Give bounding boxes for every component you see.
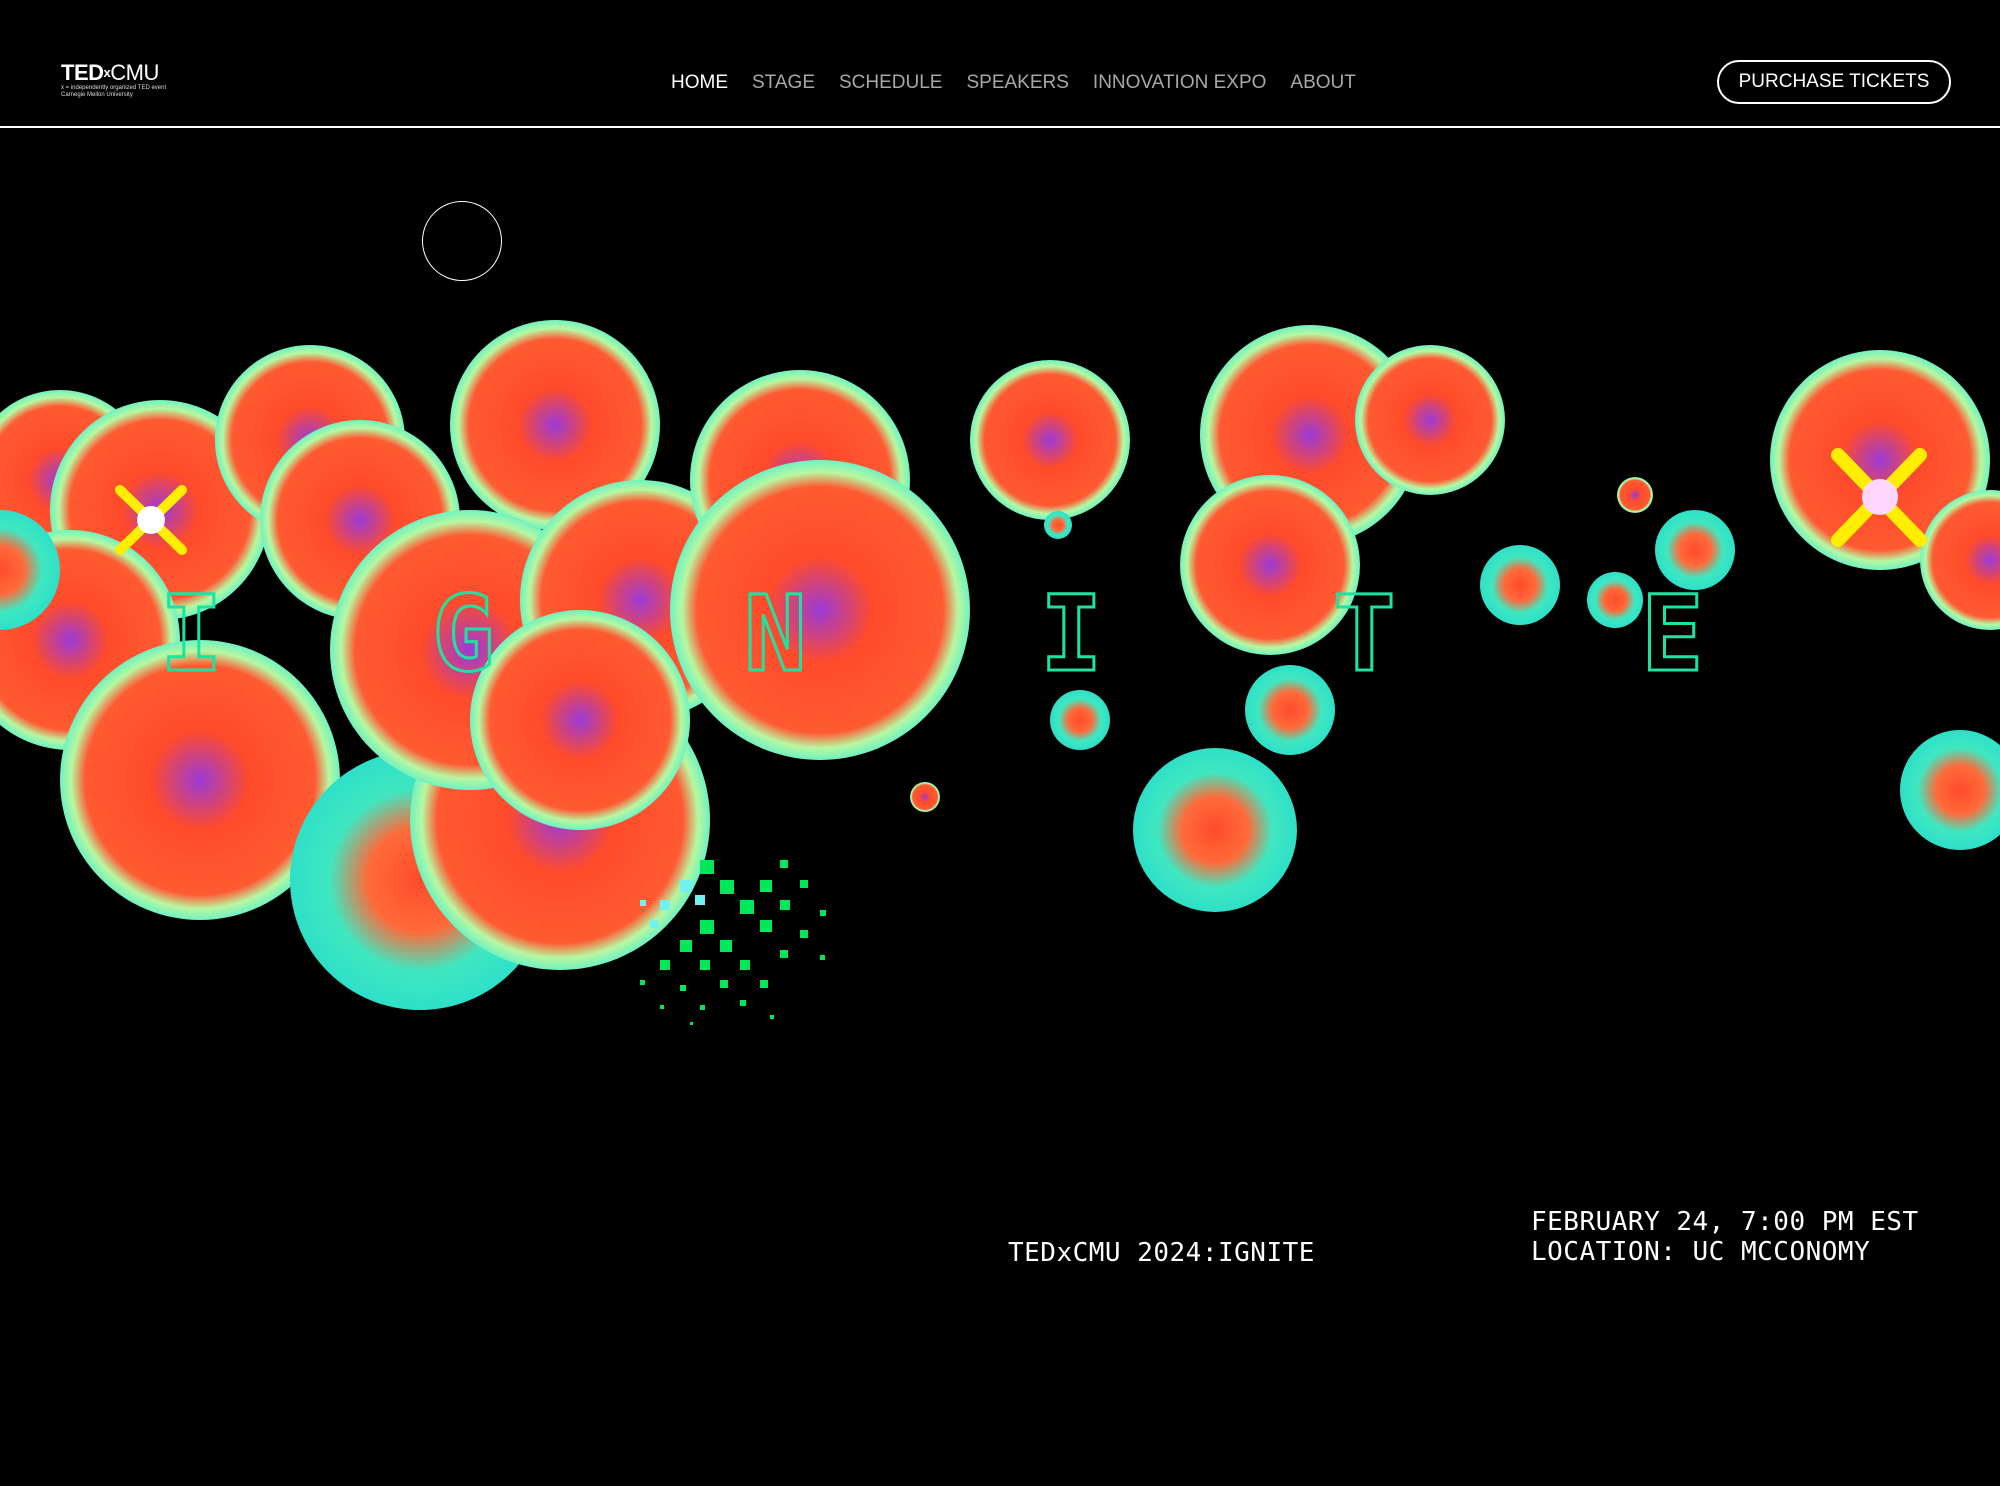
nav-schedule[interactable]: SCHEDULE xyxy=(839,72,942,94)
event-location: LOCATION: UC MCCONOMY xyxy=(1531,1237,1871,1267)
site-header: TEDxCMU x = independently organized TED … xyxy=(0,0,2000,128)
event-details: FEBRUARY 24, 7:00 PM EST LOCATION: UC MC… xyxy=(1531,1207,1919,1267)
tedxcmu-logo[interactable]: TEDxCMU x = independently organized TED … xyxy=(61,62,191,102)
nav-stage[interactable]: STAGE xyxy=(752,72,815,94)
purchase-tickets-button[interactable]: PURCHASE TICKETS xyxy=(1717,60,1951,104)
cursor-ring xyxy=(422,201,502,281)
logo-subtitle: x = independently organized TED event Ca… xyxy=(61,85,167,98)
event-title: TEDxCMU 2024:IGNITE xyxy=(1008,1238,1315,1268)
ignite-letter-1: I xyxy=(159,573,225,695)
nav-home[interactable]: HOME xyxy=(671,72,728,94)
flower-cluster-middle xyxy=(910,325,1735,912)
ignite-letter-2: G xyxy=(431,573,497,695)
nav-about[interactable]: ABOUT xyxy=(1290,72,1355,94)
ignite-letter-3: N xyxy=(743,573,809,695)
event-date: FEBRUARY 24, 7:00 PM EST xyxy=(1531,1207,1919,1237)
ignite-letter-4: I xyxy=(1039,573,1105,695)
logo-wordmark: TEDxCMU xyxy=(61,60,159,85)
flower-cluster-right xyxy=(1770,350,2000,850)
nav-speakers[interactable]: SPEAKERS xyxy=(966,72,1068,94)
nav-innovation-expo[interactable]: INNOVATION EXPO xyxy=(1093,72,1267,94)
ignite-letter-5: T xyxy=(1332,573,1398,695)
flower-cluster-left xyxy=(0,320,970,1010)
main-nav: HOME STAGE SCHEDULE SPEAKERS INNOVATION … xyxy=(671,72,1356,94)
ignite-letter-6: E xyxy=(1640,573,1706,695)
